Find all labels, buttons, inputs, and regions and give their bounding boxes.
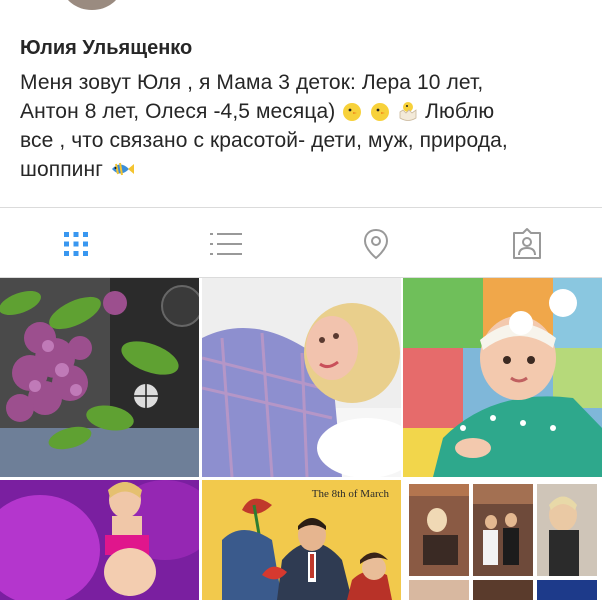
chick-emoji-icon	[371, 103, 390, 121]
profile-name: Юлия Ульященко	[20, 37, 193, 59]
posts-grid: The 8th of March	[0, 278, 602, 600]
tropical-fish-emoji-icon	[111, 162, 134, 176]
location-pin-icon	[363, 228, 389, 260]
tab-grid-view[interactable]	[56, 224, 96, 264]
list-icon	[210, 233, 242, 255]
tab-list-view[interactable]	[206, 224, 246, 264]
post-thumbnail-baby-on-mat[interactable]	[403, 278, 602, 477]
pregnant-purple-photo	[0, 480, 199, 600]
profile-description: Меня зовут Юля , я Мама 3 деток: Лера 10…	[20, 68, 588, 184]
baby-on-mat-photo	[403, 278, 602, 477]
collage-photo	[403, 480, 602, 600]
post-thumbnail-march-card[interactable]: The 8th of March	[202, 480, 401, 600]
bio-line: шоппинг	[20, 155, 588, 184]
bio-line: Меня зовут Юля , я Мама 3 деток: Лера 10…	[20, 71, 484, 94]
tab-places[interactable]	[356, 224, 396, 264]
post-thumbnail-pregnant-purple[interactable]	[0, 480, 199, 600]
post-caption: The 8th of March	[311, 488, 389, 500]
post-thumbnail-woman-lying[interactable]	[202, 278, 401, 477]
profile-tab-bar	[0, 208, 602, 278]
hatching-chick-emoji-icon	[399, 102, 417, 121]
grid-icon	[64, 232, 88, 256]
avatar[interactable]	[62, 0, 122, 10]
profile-bio: Юлия Ульященко Меня зовут Юля , я Мама 3…	[20, 36, 588, 184]
lilac-photo	[0, 278, 199, 477]
tab-tagged[interactable]	[507, 224, 547, 264]
bio-line: Антон 8 лет, Олеся -4,5 месяца) Люблю	[20, 100, 495, 123]
post-thumbnail-lilac[interactable]	[0, 278, 199, 477]
post-thumbnail-collage[interactable]	[403, 480, 602, 600]
tagged-person-icon	[513, 228, 541, 259]
chick-emoji-icon	[343, 103, 362, 121]
woman-lying-photo	[202, 278, 401, 477]
bio-line: все , что связано с красотой- дети, муж,…	[20, 129, 508, 152]
